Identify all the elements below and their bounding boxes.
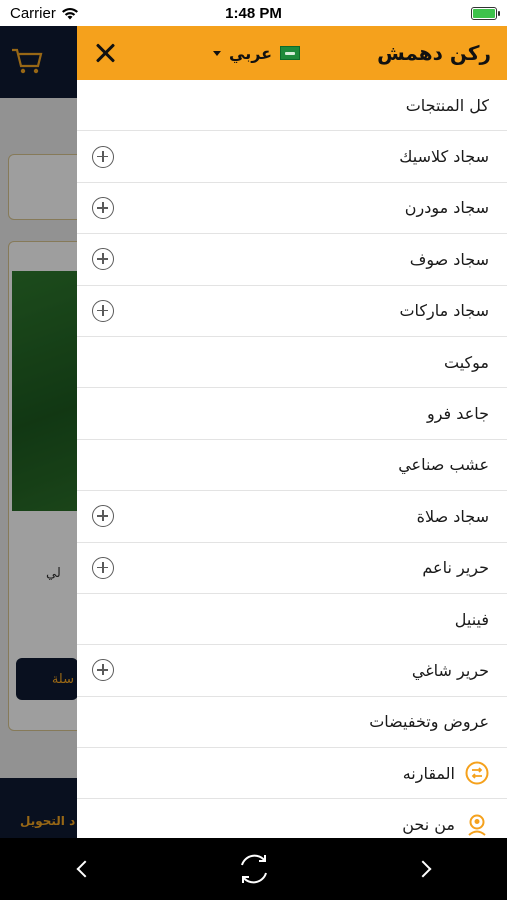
expand-plus-icon[interactable] (92, 505, 114, 528)
saudi-flag-icon (280, 46, 301, 60)
status-bar: Carrier 1:48 PM (0, 0, 507, 26)
menu-item-label: من نحن (402, 815, 455, 835)
store-title: ركن دهمش (377, 41, 491, 65)
menu-item-brand-carpets[interactable]: سجاد ماركات (77, 286, 507, 337)
menu-item-prayer-rugs[interactable]: سجاد صلاة (77, 491, 507, 543)
menu-item-soft-silk[interactable]: حرير ناعم (77, 543, 507, 594)
side-menu-drawer: عربي ركن دهمش كل المنتجات سجاد كلاسيك سج… (77, 26, 507, 838)
menu-item-label: حرير ناعم (422, 558, 489, 578)
menu-item-label: موكيت (444, 352, 489, 372)
expand-plus-icon[interactable] (92, 659, 114, 682)
expand-plus-icon[interactable] (92, 145, 114, 168)
menu-item-label: سجاد صلاة (416, 506, 489, 526)
menu-item-label: كل المنتجات (405, 95, 489, 115)
menu-item-wool-carpets[interactable]: سجاد صوف (77, 234, 507, 286)
menu-item-compare[interactable]: المقارنه (77, 748, 507, 800)
menu-item-label: عشب صناعي (398, 455, 489, 475)
menu-item-label: جاعد فرو (427, 404, 489, 424)
menu-item-offers-discounts[interactable]: عروض وتخفيضات (77, 697, 507, 749)
menu-item-label: سجاد صوف (409, 249, 489, 269)
back-button[interactable] (65, 849, 105, 889)
compare-row: المقارنه (403, 761, 489, 785)
expand-plus-icon[interactable] (92, 248, 114, 271)
drawer-header: عربي ركن دهمش (77, 26, 507, 80)
menu-item-classic-carpets[interactable]: سجاد كلاسيك (77, 131, 507, 183)
menu-item-label: سجاد مودرن (404, 198, 489, 218)
menu-item-shaggy-silk[interactable]: حرير شاغي (77, 645, 507, 697)
carrier-group: Carrier (10, 5, 79, 22)
chevron-right-icon (414, 860, 431, 878)
caret-down-icon (213, 50, 221, 56)
menu-item-label: سجاد ماركات (399, 301, 489, 321)
menu-item-modern-carpets[interactable]: سجاد مودرن (77, 183, 507, 235)
reload-icon[interactable] (234, 849, 274, 889)
about-row: من نحن (402, 813, 489, 837)
menu-item-fur-rugs[interactable]: جاعد فرو (77, 388, 507, 440)
about-us-icon (468, 814, 486, 836)
menu-item-label: المقارنه (402, 763, 455, 783)
menu-item-label: سجاد كلاسيك (399, 147, 489, 167)
wifi-icon (61, 7, 78, 19)
expand-plus-icon[interactable] (92, 196, 114, 219)
category-menu: كل المنتجات سجاد كلاسيك سجاد مودرن سجاد … (77, 80, 507, 838)
expand-plus-icon[interactable] (92, 556, 114, 579)
chevron-left-icon (76, 860, 93, 878)
menu-item-vinyl[interactable]: فينيل (77, 594, 507, 646)
language-selector[interactable]: عربي (213, 43, 301, 63)
menu-item-label: حرير شاغي (411, 660, 489, 680)
forward-button[interactable] (403, 849, 443, 889)
menu-item-label: فينيل (454, 609, 489, 629)
menu-item-moquette[interactable]: موكيت (77, 337, 507, 389)
language-label: عربي (229, 43, 273, 63)
close-icon[interactable] (93, 41, 117, 65)
menu-item-artificial-grass[interactable]: عشب صناعي (77, 440, 507, 492)
menu-item-label: عروض وتخفيضات (369, 712, 489, 732)
battery-icon (471, 6, 500, 20)
expand-plus-icon[interactable] (92, 299, 114, 322)
compare-icon (465, 761, 489, 785)
browser-bottom-bar (0, 838, 507, 900)
menu-item-about-us[interactable]: من نحن (77, 799, 507, 838)
menu-item-all-products[interactable]: كل المنتجات (77, 80, 507, 132)
carrier-label: Carrier (10, 4, 56, 22)
